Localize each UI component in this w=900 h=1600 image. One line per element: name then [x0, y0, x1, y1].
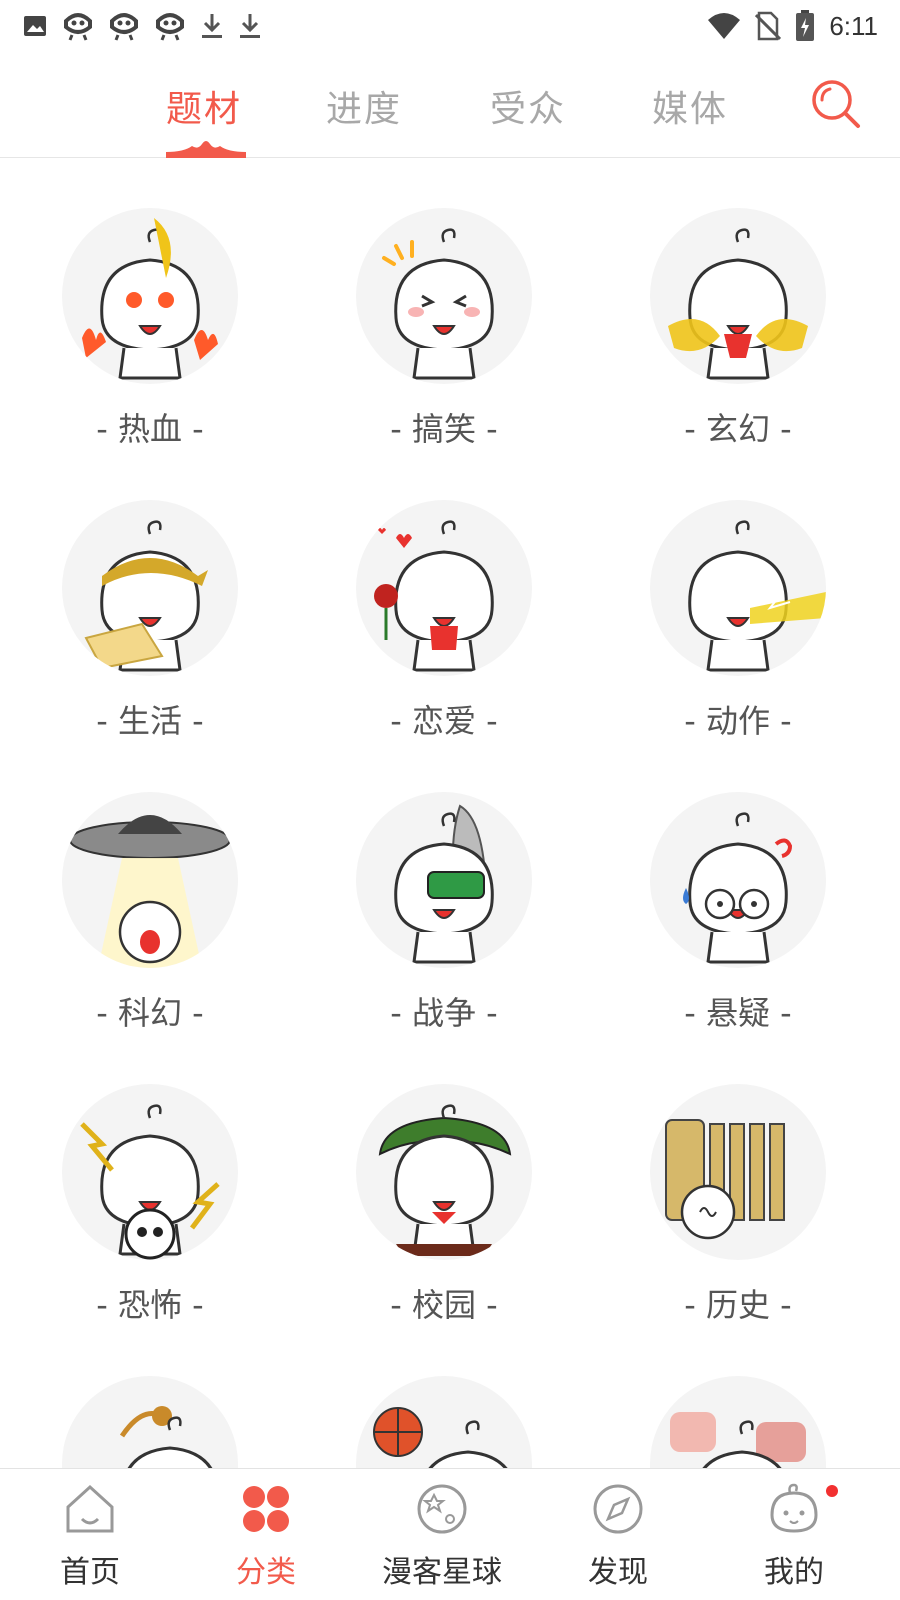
tab-progress[interactable]: 进度 — [326, 80, 402, 132]
category-item[interactable] — [0, 1326, 300, 1468]
category-label: - 校园 - — [390, 1286, 498, 1324]
battery-icon — [795, 10, 815, 42]
category-item[interactable]: - 生活 - — [0, 450, 300, 746]
home-icon — [66, 1484, 114, 1533]
nav-label: 发现 — [588, 1555, 648, 1590]
category-label: - 历史 - — [684, 1286, 792, 1324]
category-avatar — [62, 792, 238, 968]
category-label: - 科幻 - — [96, 994, 204, 1032]
category-avatar — [356, 208, 532, 384]
status-bar: 6:11 — [0, 0, 900, 52]
category-label: - 玄幻 - — [684, 410, 792, 448]
nav-home[interactable]: 首页 — [0, 1469, 180, 1600]
compass-icon — [593, 1484, 643, 1534]
category-avatar — [356, 792, 532, 968]
category-item[interactable]: - 搞笑 - — [294, 158, 594, 454]
bottom-navigation: 首页 分类 漫客星球 发现 我的 — [0, 1468, 900, 1600]
nav-label: 分类 — [236, 1555, 296, 1590]
category-grid: - 热血 - - 搞笑 - - 玄幻 - - 生活 - - 恋爱 - - 动作 … — [0, 158, 900, 1468]
category-avatar — [356, 1084, 532, 1260]
category-item[interactable] — [588, 1326, 888, 1468]
nav-discover[interactable]: 发现 — [528, 1469, 708, 1600]
download-icon — [238, 12, 262, 40]
category-item[interactable]: - 玄幻 - — [588, 158, 888, 454]
category-avatar — [356, 1376, 532, 1468]
nav-label: 我的 — [764, 1555, 824, 1590]
category-icon — [243, 1486, 289, 1532]
category-item[interactable]: - 热血 - — [0, 158, 300, 454]
category-avatar — [62, 1376, 238, 1468]
category-avatar — [650, 500, 826, 676]
bug-icon — [62, 11, 94, 41]
category-label: - 恋爱 - — [390, 702, 498, 740]
no-sim-icon — [755, 11, 782, 41]
category-avatar — [650, 792, 826, 968]
tab-media[interactable]: 媒体 — [652, 80, 728, 132]
category-item[interactable]: - 恐怖 - — [0, 1034, 300, 1330]
nav-profile[interactable]: 我的 — [704, 1469, 884, 1600]
category-label: - 动作 - — [684, 702, 792, 740]
category-label: - 战争 - — [390, 994, 498, 1032]
category-avatar — [650, 1084, 826, 1260]
category-label: - 恐怖 - — [96, 1286, 204, 1324]
profile-icon — [770, 1483, 818, 1533]
search-icon — [812, 80, 860, 128]
notification-badge — [826, 1485, 838, 1497]
category-avatar — [62, 500, 238, 676]
category-item[interactable]: - 历史 - — [588, 1034, 888, 1330]
status-time: 6:11 — [829, 10, 878, 41]
tab-subject[interactable]: 题材 — [166, 80, 242, 132]
wifi-icon — [707, 12, 741, 40]
category-avatar — [62, 208, 238, 384]
bug-icon — [108, 11, 140, 41]
download-icon — [200, 12, 224, 40]
nav-label: 首页 — [60, 1555, 120, 1590]
category-avatar — [650, 208, 826, 384]
category-item[interactable]: - 科幻 - — [0, 742, 300, 1038]
category-avatar — [650, 1376, 826, 1468]
category-item[interactable]: - 战争 - — [294, 742, 594, 1038]
category-label: - 搞笑 - — [390, 410, 498, 448]
category-item[interactable]: - 悬疑 - — [588, 742, 888, 1038]
image-icon — [22, 13, 48, 39]
tab-audience[interactable]: 受众 — [490, 80, 566, 132]
nav-label: 漫客星球 — [382, 1555, 502, 1590]
nav-planet[interactable]: 漫客星球 — [352, 1469, 532, 1600]
bug-icon — [154, 11, 186, 41]
category-item[interactable]: - 动作 - — [588, 450, 888, 746]
planet-icon — [417, 1484, 467, 1534]
nav-category[interactable]: 分类 — [176, 1469, 356, 1600]
category-avatar — [356, 500, 532, 676]
category-item[interactable] — [294, 1326, 594, 1468]
category-label: - 热血 - — [96, 410, 204, 448]
category-tab-bar: 题材 进度 受众 媒体 — [0, 58, 900, 158]
category-item[interactable]: - 校园 - — [294, 1034, 594, 1330]
category-label: - 生活 - — [96, 702, 204, 740]
active-tab-indicator — [166, 138, 246, 158]
category-item[interactable]: - 恋爱 - — [294, 450, 594, 746]
search-button[interactable] — [808, 76, 864, 132]
category-label: - 悬疑 - — [684, 994, 792, 1032]
category-avatar — [62, 1084, 238, 1260]
